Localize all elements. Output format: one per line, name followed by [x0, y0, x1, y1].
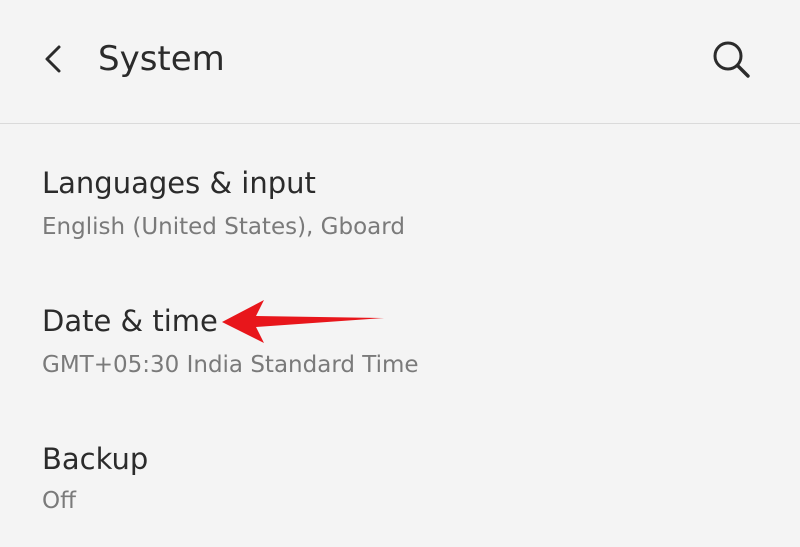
app-bar: System [0, 0, 800, 124]
setting-title: Date & time [42, 304, 218, 338]
search-button[interactable] [706, 34, 756, 84]
chevron-left-icon [45, 45, 61, 73]
setting-item-date-time[interactable]: Date & time GMT+05:30 India Standard Tim… [0, 288, 800, 408]
setting-subtitle: GMT+05:30 India Standard Time [42, 352, 419, 378]
search-icon [713, 41, 750, 78]
setting-item-languages-input[interactable]: Languages & input English (United States… [0, 150, 800, 270]
annotation-arrow-icon [222, 300, 384, 343]
back-button[interactable] [30, 36, 78, 82]
setting-title: Backup [42, 442, 149, 476]
setting-item-backup[interactable]: Backup Off [0, 426, 800, 541]
page-title: System [98, 39, 225, 79]
setting-subtitle: Off [42, 488, 76, 514]
setting-subtitle: English (United States), Gboard [42, 214, 405, 240]
setting-title: Languages & input [42, 166, 316, 200]
